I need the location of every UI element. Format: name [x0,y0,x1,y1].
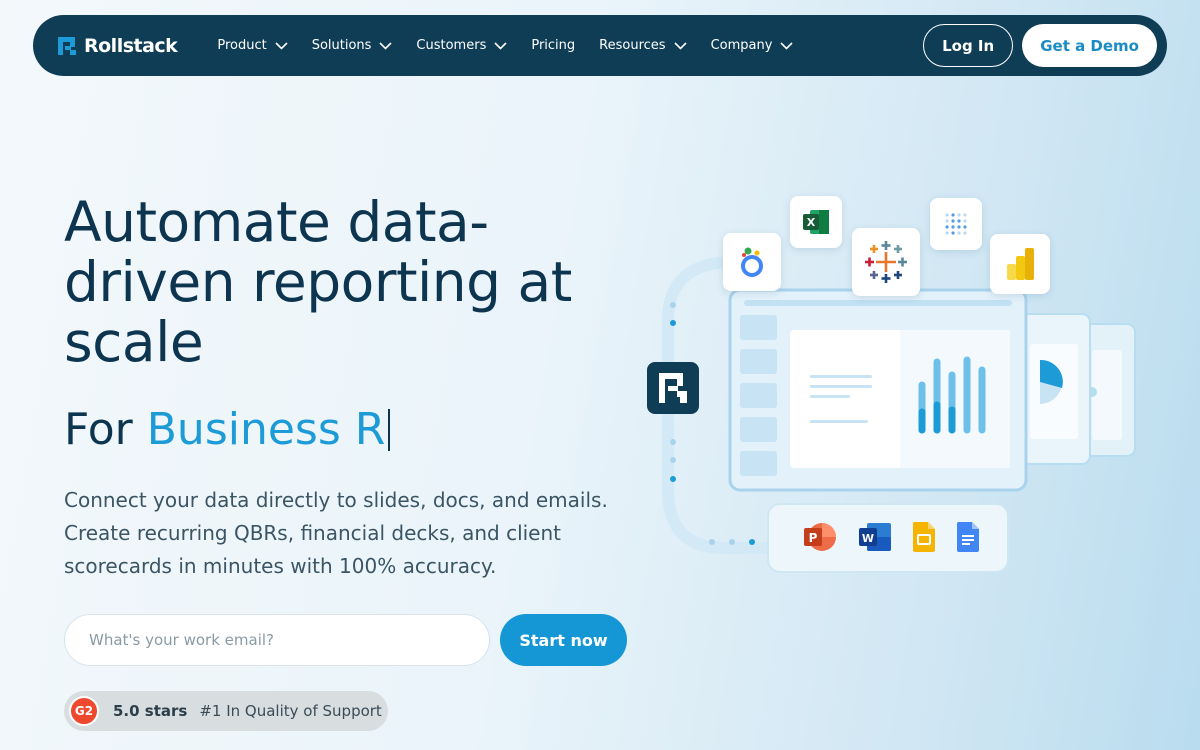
nav-item-company[interactable]: Company [711,38,794,53]
g2-rating-badge: G2 5.0 stars #1 In Quality of Support [64,691,388,731]
work-email-input[interactable] [64,614,490,666]
nav-item-label: Resources [599,38,666,53]
chevron-down-icon [673,41,687,50]
looker-studio-icon [741,247,763,277]
chevron-down-icon [275,41,288,50]
chevron-down-icon [780,41,793,50]
rating-stars: 5.0 stars [113,702,188,720]
nav-item-label: Product [217,38,267,53]
word-glyph: W [862,532,874,545]
chevron-down-icon [379,41,392,50]
login-button[interactable]: Log In [923,24,1014,67]
nav-item-label: Customers [416,38,487,53]
g2-logo-icon: G2 [69,696,99,726]
nav-item-label: Company [710,38,773,53]
excel-glyph: X [807,216,816,229]
tableau-icon [865,241,907,283]
nav-menu: Product Solutions Customers Pricing Reso… [217,38,817,53]
nav-actions: Log In Get a Demo [923,24,1157,67]
nav-item-solutions[interactable]: Solutions [312,38,393,53]
metabase-icon [945,213,967,235]
nav-item-label: Solutions [311,38,372,53]
google-docs-icon [956,522,979,552]
logo-text: Rollstack [84,34,178,57]
nav-item-product[interactable]: Product [217,38,288,53]
excel-icon: X [803,210,829,234]
nav-item-customers[interactable]: Customers [416,38,507,53]
typed-audience: Business R [146,404,386,455]
excel-tile: X [790,196,842,248]
nav-item-pricing[interactable]: Pricing [531,38,575,53]
chevron-down-icon [494,41,507,50]
tableau-tile [852,228,920,296]
hero-headline: Automate data-driven reporting at scale [64,190,572,374]
start-now-button[interactable]: Start now [500,614,627,666]
for-prefix: For [64,404,133,455]
thumbnail-strip [740,315,777,340]
typing-caret [388,409,391,451]
powerpoint-icon: P [804,523,836,551]
rating-support: #1 In Quality of Support [199,702,382,720]
word-tile: W [858,522,892,556]
nav-item-resources[interactable]: Resources [599,38,687,53]
google-slides-tile [912,521,936,557]
looker-studio-tile [723,233,781,291]
google-slides-icon [912,522,935,552]
metabase-tile [930,198,982,250]
powerpoint-tile: P [803,521,837,557]
top-navbar: Rollstack Product Solutions Customers Pr… [33,15,1167,76]
power-bi-tile [990,234,1050,294]
powerpoint-glyph: P [809,531,818,545]
hero-illustration: X P W [640,190,1150,590]
power-bi-icon [1007,248,1034,280]
rollstack-logo[interactable]: Rollstack [58,34,178,57]
hero-description: Connect your data directly to slides, do… [64,488,608,578]
rollstack-logo-icon [58,36,76,55]
get-demo-button[interactable]: Get a Demo [1022,24,1157,67]
google-docs-tile [956,521,980,557]
hero-typing-line: For Business R [64,402,391,458]
nav-item-label: Pricing [531,38,576,53]
word-icon: W [859,523,891,551]
